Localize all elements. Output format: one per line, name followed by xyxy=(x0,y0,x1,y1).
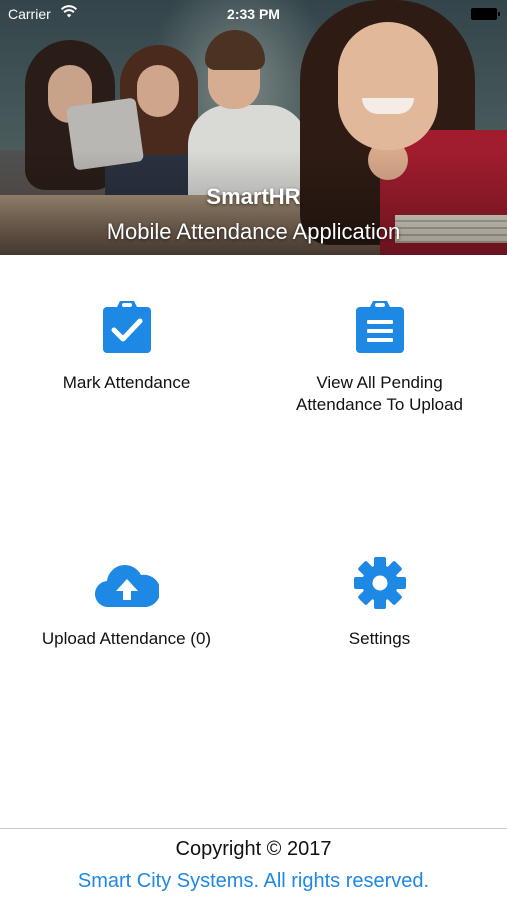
clipboard-check-icon xyxy=(102,301,151,358)
menu-item-label: Mark Attendance xyxy=(62,373,191,392)
company-rights-link[interactable]: Smart City Systems. All rights reserved. xyxy=(0,870,507,893)
header-banner: Carrier 2:33 PM SmartHR Mobile Attendanc… xyxy=(0,0,507,255)
menu-item-label: Upload Attendance (0) xyxy=(41,629,212,648)
mark-attendance-button[interactable]: Mark Attendance xyxy=(0,300,253,394)
gear-icon xyxy=(353,557,406,614)
settings-button[interactable]: Settings xyxy=(253,556,506,650)
student-portrait xyxy=(338,22,438,150)
status-bar: Carrier 2:33 PM xyxy=(0,0,507,28)
app-title: SmartHR xyxy=(206,184,301,209)
battery-icon xyxy=(471,8,500,20)
copyright-text: Copyright © 2017 xyxy=(175,838,332,860)
menu-item-label: View All Pending Attendance To Upload xyxy=(296,373,463,414)
upload-attendance-button[interactable]: Upload Attendance (0) xyxy=(0,556,253,650)
clock: 2:33 PM xyxy=(227,6,280,22)
menu-item-label: Settings xyxy=(348,629,411,648)
app-subtitle: Mobile Attendance Application xyxy=(106,219,401,244)
clipboard-list-icon xyxy=(355,301,404,358)
cloud-upload-icon xyxy=(94,563,160,614)
footer-divider xyxy=(0,828,507,829)
view-pending-attendance-button[interactable]: View All Pending Attendance To Upload xyxy=(253,300,506,416)
